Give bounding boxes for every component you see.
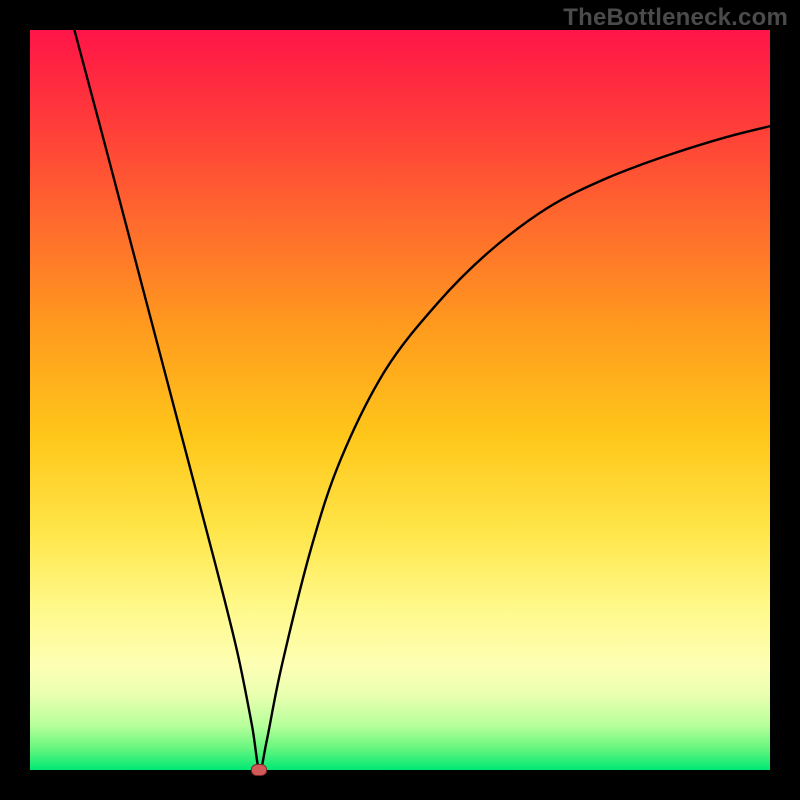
curve-svg: [30, 30, 770, 770]
optimal-marker: [251, 764, 267, 776]
watermark-text: TheBottleneck.com: [563, 4, 788, 32]
plot-area: [30, 30, 770, 770]
chart-frame: TheBottleneck.com: [0, 0, 800, 800]
bottleneck-curve: [74, 30, 770, 770]
